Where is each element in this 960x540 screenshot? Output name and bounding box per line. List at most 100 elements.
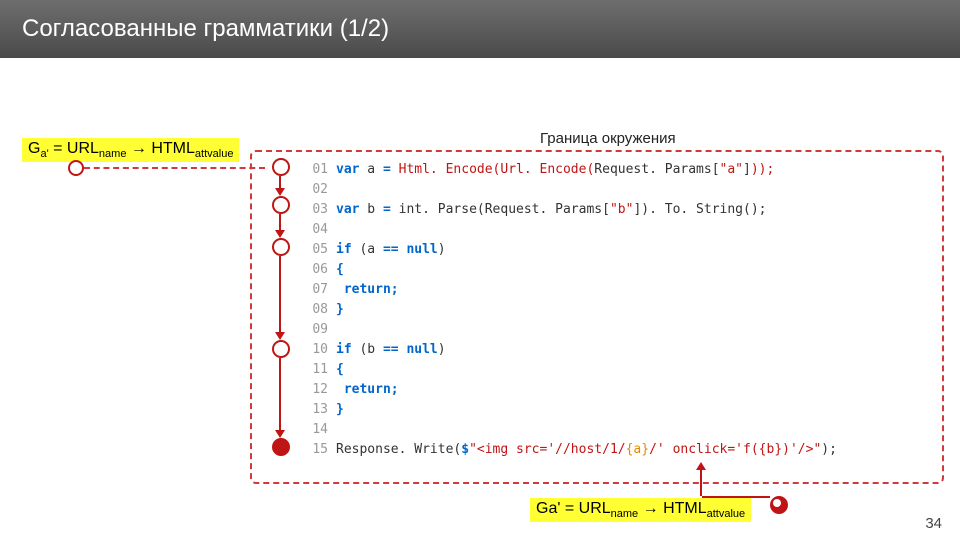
line-number: 08	[302, 300, 328, 320]
code-token: {	[336, 262, 344, 277]
line-number: 11	[302, 360, 328, 380]
line-number: 04	[302, 220, 328, 240]
code-token: "a"	[720, 162, 743, 177]
formula-g: G	[28, 140, 40, 157]
code-token: return;	[344, 382, 399, 397]
code-token: =	[383, 202, 391, 217]
slide-body: Граница окружения Ga' = URLname → HTMLat…	[0, 58, 960, 540]
code-token: == null	[383, 242, 438, 257]
formula-arrow: → HTML	[126, 140, 194, 157]
code-token: )	[438, 242, 446, 257]
code-token: )	[438, 342, 446, 357]
code-token: a	[359, 162, 382, 177]
arrow-head-3	[275, 332, 285, 340]
code-line: 11 {	[302, 360, 837, 380]
line-number: 09	[302, 320, 328, 340]
code-token: var	[336, 202, 359, 217]
graph-node-4	[272, 340, 290, 358]
code-line: 07 return;	[302, 280, 837, 300]
arrow-head-4	[275, 430, 285, 438]
code-token: );	[821, 442, 837, 457]
code-token: ]). To. String();	[633, 202, 766, 217]
formula-urlname-sub: name	[99, 148, 127, 160]
bottom-graph-node-inner	[773, 499, 781, 507]
code-line: 04	[302, 220, 837, 240]
graph-edge-3	[279, 256, 281, 334]
formula-ga-sub: a'	[40, 148, 48, 160]
environment-label: Граница окружения	[540, 130, 676, 147]
flow-graph	[266, 158, 294, 468]
left-graph-node	[68, 160, 84, 176]
graph-node-3	[272, 238, 290, 256]
code-token: return;	[344, 282, 399, 297]
code-token: ]	[743, 162, 751, 177]
code-token: == null	[383, 342, 438, 357]
code-token: var	[336, 162, 359, 177]
code-token	[336, 282, 344, 297]
code-token: /' onclick='f({b})'/>"	[649, 442, 821, 457]
line-number: 12	[302, 380, 328, 400]
line-number: 13	[302, 400, 328, 420]
formula-eq: = URL	[49, 140, 99, 157]
code-token	[391, 162, 399, 177]
line-number: 15	[302, 440, 328, 460]
slide-header: Согласованные грамматики (1/2)	[0, 0, 960, 58]
code-token: }	[336, 402, 344, 417]
code-line: 10 if (b == null)	[302, 340, 837, 360]
formula-b-sub2: attvalue	[707, 508, 746, 520]
code-line: 14	[302, 420, 837, 440]
page-number: 34	[925, 515, 942, 532]
code-token: {	[336, 362, 344, 377]
code-block: 01 var a = Html. Encode(Url. Encode(Reque…	[302, 160, 837, 460]
grammar-formula-bottom: Ga' = URLname → HTMLattvalue	[530, 498, 751, 522]
graph-node-end	[272, 438, 290, 456]
code-token: =	[383, 162, 391, 177]
code-token: b	[359, 202, 382, 217]
code-token: Response. Write(	[336, 442, 461, 457]
grammar-formula-left: Ga' = URLname → HTMLattvalue	[22, 138, 239, 162]
slide-title: Согласованные грамматики (1/2)	[22, 15, 389, 43]
code-token: (b	[352, 342, 383, 357]
code-line: 09	[302, 320, 837, 340]
code-token: }	[336, 302, 344, 317]
code-token: if	[336, 242, 352, 257]
formula-attvalue-sub: attvalue	[195, 148, 234, 160]
code-line: 15 Response. Write($"<img src='//host/1/{…	[302, 440, 837, 460]
arrow-head-2	[275, 230, 285, 238]
code-token: ));	[751, 162, 774, 177]
line-number: 10	[302, 340, 328, 360]
line-number: 03	[302, 200, 328, 220]
code-token: if	[336, 342, 352, 357]
bottom-arrow-vert	[700, 470, 702, 496]
line-number: 01	[302, 160, 328, 180]
formula-b-arrow: → HTML	[638, 500, 706, 517]
code-line: 01 var a = Html. Encode(Url. Encode(Reque…	[302, 160, 837, 180]
code-line: 12 return;	[302, 380, 837, 400]
graph-node-2	[272, 196, 290, 214]
line-number: 02	[302, 180, 328, 200]
code-token: Request. Params[	[594, 162, 719, 177]
code-line: 05if (a == null)	[302, 240, 837, 260]
arrow-head-1	[275, 188, 285, 196]
code-token: $	[461, 442, 469, 457]
code-line: 13}	[302, 400, 837, 420]
formula-b-sub1: name	[611, 508, 639, 520]
line-number: 14	[302, 420, 328, 440]
graph-node-1	[272, 158, 290, 176]
formula-b-prefix: Ga' = URL	[536, 500, 611, 517]
code-token: "b"	[610, 202, 633, 217]
code-line: 03 var b = int. Parse(Request. Params["b"…	[302, 200, 837, 220]
code-line: 06 {	[302, 260, 837, 280]
line-number: 07	[302, 280, 328, 300]
graph-edge-4	[279, 358, 281, 432]
code-token: {a}	[626, 442, 649, 457]
code-token: int. Parse(Request. Params[	[391, 202, 610, 217]
dashed-link-left	[84, 167, 265, 169]
code-token: (a	[352, 242, 383, 257]
code-line: 02	[302, 180, 837, 200]
code-token: Html. Encode(Url. Encode(	[399, 162, 595, 177]
code-line: 08}	[302, 300, 837, 320]
code-token: "<img src='//host/1/	[469, 442, 626, 457]
line-number: 06	[302, 260, 328, 280]
bottom-arrow-head	[696, 462, 706, 470]
